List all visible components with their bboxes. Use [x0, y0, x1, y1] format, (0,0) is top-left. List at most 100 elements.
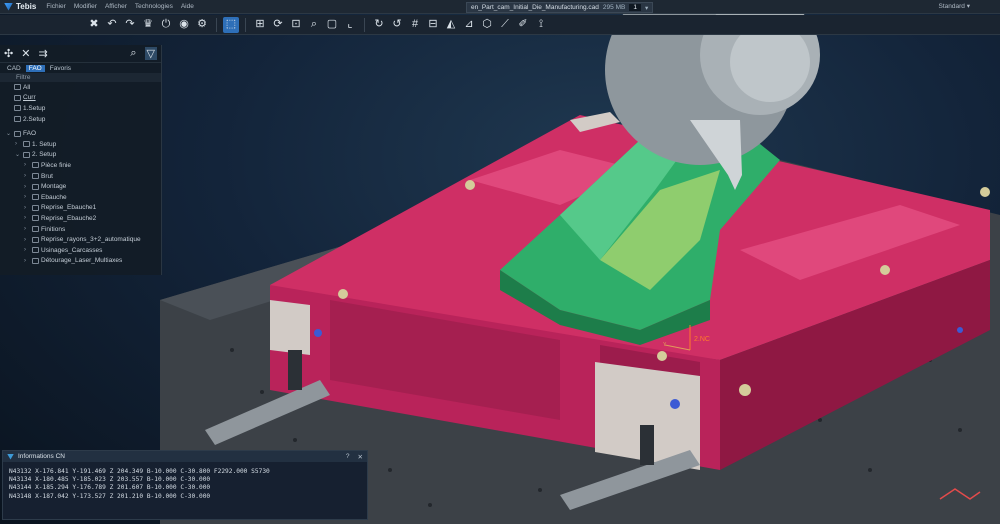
tree-item[interactable]: Curr: [6, 93, 161, 104]
chevron-right-icon[interactable]: ›: [24, 184, 30, 190]
chevron-right-icon[interactable]: ›: [15, 141, 21, 147]
tool-cross-icon[interactable]: ✕: [21, 47, 30, 60]
toolbar-separator: [216, 17, 217, 32]
list-arrow-icon[interactable]: ⇉: [38, 47, 47, 60]
folder-icon: [32, 162, 39, 169]
tree-item-label: Brut: [41, 172, 53, 180]
menu-aide[interactable]: Aide: [177, 3, 198, 10]
chevron-down-icon[interactable]: ⌄: [15, 151, 21, 158]
refresh-icon[interactable]: ⟳: [270, 17, 286, 33]
cube-icon[interactable]: ⬡: [479, 17, 495, 33]
tree-item[interactable]: ⌄ 2. Setup: [6, 150, 161, 161]
file-tab[interactable]: en_Part_cam_Initial_Die_Manufacturing.ca…: [466, 2, 654, 13]
redo-icon[interactable]: ↷: [122, 17, 138, 33]
select-icon[interactable]: ⬚: [223, 16, 239, 33]
gear-icon[interactable]: ⚙: [194, 17, 210, 33]
chevron-right-icon[interactable]: ›: [24, 205, 30, 211]
tree-item[interactable]: › Usinages_Carcasses: [6, 245, 161, 256]
add-element-icon[interactable]: ✣: [4, 47, 13, 60]
memory-usage: 295 MB: [602, 4, 626, 11]
chevron-right-icon[interactable]: ›: [24, 237, 30, 243]
object-tree-panel: ✣ ✕ ⇉ ⌕ ▽ CAD FAO Favoris Filtre All Curr…: [0, 45, 162, 275]
power-icon[interactable]: ⏻: [158, 17, 174, 33]
tree-item[interactable]: › Ebauche: [6, 192, 161, 203]
tab-fao[interactable]: FAO: [25, 64, 45, 72]
tree-item[interactable]: 2.Setup: [6, 114, 161, 125]
title-bar: Tebis Fichier Modifier Afficher Technolo…: [0, 0, 1000, 14]
tab-favoris[interactable]: Favoris: [47, 65, 74, 72]
tree-item[interactable]: › Pièce finie: [6, 160, 161, 171]
tree-item[interactable]: All: [6, 82, 161, 93]
tree-item[interactable]: › Montage: [6, 181, 161, 192]
tab-number[interactable]: 1: [629, 4, 641, 11]
tree-item-label: Reprise_Ebauche2: [41, 214, 97, 222]
sync-icon[interactable]: ↻: [371, 17, 387, 33]
tree-item-label: All: [23, 83, 31, 91]
nc-line: N43132 X-176.841 Y-191.469 Z 204.349 B-1…: [9, 468, 270, 475]
tree-item[interactable]: › Finitions: [6, 224, 161, 235]
camera-icon[interactable]: ◉: [176, 17, 192, 33]
tool-icon[interactable]: ⟋: [497, 17, 513, 33]
tab-chevron-icon[interactable]: ▾: [645, 4, 648, 12]
measure-icon[interactable]: ⊿: [461, 17, 477, 33]
tree-item-label: Pièce finie: [41, 161, 71, 169]
mode-value: Standard: [938, 3, 965, 10]
probe-icon[interactable]: ✐: [515, 17, 531, 33]
zoom-icon[interactable]: ⌕: [306, 17, 322, 33]
tree-item-label: Finitions: [41, 225, 66, 233]
shade-icon[interactable]: ◭: [443, 17, 459, 33]
frame-icon[interactable]: ▢: [324, 17, 340, 33]
axis-y-label: Y: [663, 342, 667, 348]
delete-icon[interactable]: ✖: [86, 17, 102, 33]
tree-item-label: FAO: [23, 130, 37, 138]
chevron-down-icon[interactable]: ⌄: [6, 130, 12, 137]
tab-cad[interactable]: CAD: [4, 65, 24, 72]
tree-item[interactable]: › Brut: [6, 171, 161, 182]
chevron-right-icon[interactable]: ›: [24, 226, 30, 232]
toolbar-separator: [364, 17, 365, 32]
undo-icon[interactable]: ↶: [104, 17, 120, 33]
search-icon[interactable]: ⌕: [130, 47, 136, 60]
wire-icon[interactable]: ⊟: [425, 17, 441, 33]
tree-item[interactable]: › Reprise_Ebauche1: [6, 203, 161, 214]
help-button[interactable]: ?: [346, 453, 350, 460]
filter-icon[interactable]: ▽: [144, 47, 157, 60]
folder-icon: [23, 151, 30, 158]
chevron-right-icon[interactable]: ›: [24, 173, 30, 179]
folder-icon: [32, 204, 39, 211]
tree-item[interactable]: ⌄ FAO: [6, 128, 161, 139]
corner-icon[interactable]: ⌞: [342, 17, 358, 33]
chevron-right-icon[interactable]: ›: [24, 258, 30, 264]
tree-item[interactable]: › Reprise_rayons_3+2_automatique: [6, 234, 161, 245]
tree-item[interactable]: › Détourage_Laser_Multiaxes: [6, 256, 161, 267]
menu-modifier[interactable]: Modifier: [70, 3, 101, 10]
tebis-logo-icon: [4, 2, 13, 11]
menu-fichier[interactable]: Fichier: [42, 3, 70, 10]
clamp-icon[interactable]: ⟟: [533, 17, 549, 33]
menu-technologies[interactable]: Technologies: [131, 3, 177, 10]
tree-item-label: Reprise_Ebauche1: [41, 204, 97, 212]
chevron-right-icon[interactable]: ›: [24, 162, 30, 168]
undo-view-icon[interactable]: ↺: [389, 17, 405, 33]
tree-item-label: Curr: [23, 94, 36, 102]
chevron-right-icon[interactable]: ›: [24, 194, 30, 200]
folder-icon: [32, 257, 39, 264]
chevron-right-icon[interactable]: ›: [24, 247, 30, 253]
layer-icon[interactable]: ♛: [140, 17, 156, 33]
nc-line: N43148 X-187.042 Y-173.527 Z 201.210 B-1…: [9, 492, 211, 500]
menu-afficher[interactable]: Afficher: [101, 3, 131, 10]
folder-icon: [32, 194, 39, 201]
filter-row[interactable]: Filtre: [0, 73, 161, 82]
close-button[interactable]: ✕: [358, 453, 363, 461]
mode-select[interactable]: Standard ▾: [939, 2, 970, 10]
chevron-right-icon[interactable]: ›: [24, 215, 30, 221]
tree-item[interactable]: › Reprise_Ebauche2: [6, 213, 161, 224]
folder-icon: [32, 226, 39, 233]
grid-icon[interactable]: #: [407, 17, 423, 33]
rotate-icon[interactable]: ⊞: [252, 17, 268, 33]
fit-icon[interactable]: ⊡: [288, 17, 304, 33]
filter-label: Filtre: [16, 74, 31, 81]
tree-item[interactable]: › 1. Setup: [6, 139, 161, 150]
tree-item[interactable]: 1.Setup: [6, 103, 161, 114]
folder-icon: [14, 94, 21, 101]
